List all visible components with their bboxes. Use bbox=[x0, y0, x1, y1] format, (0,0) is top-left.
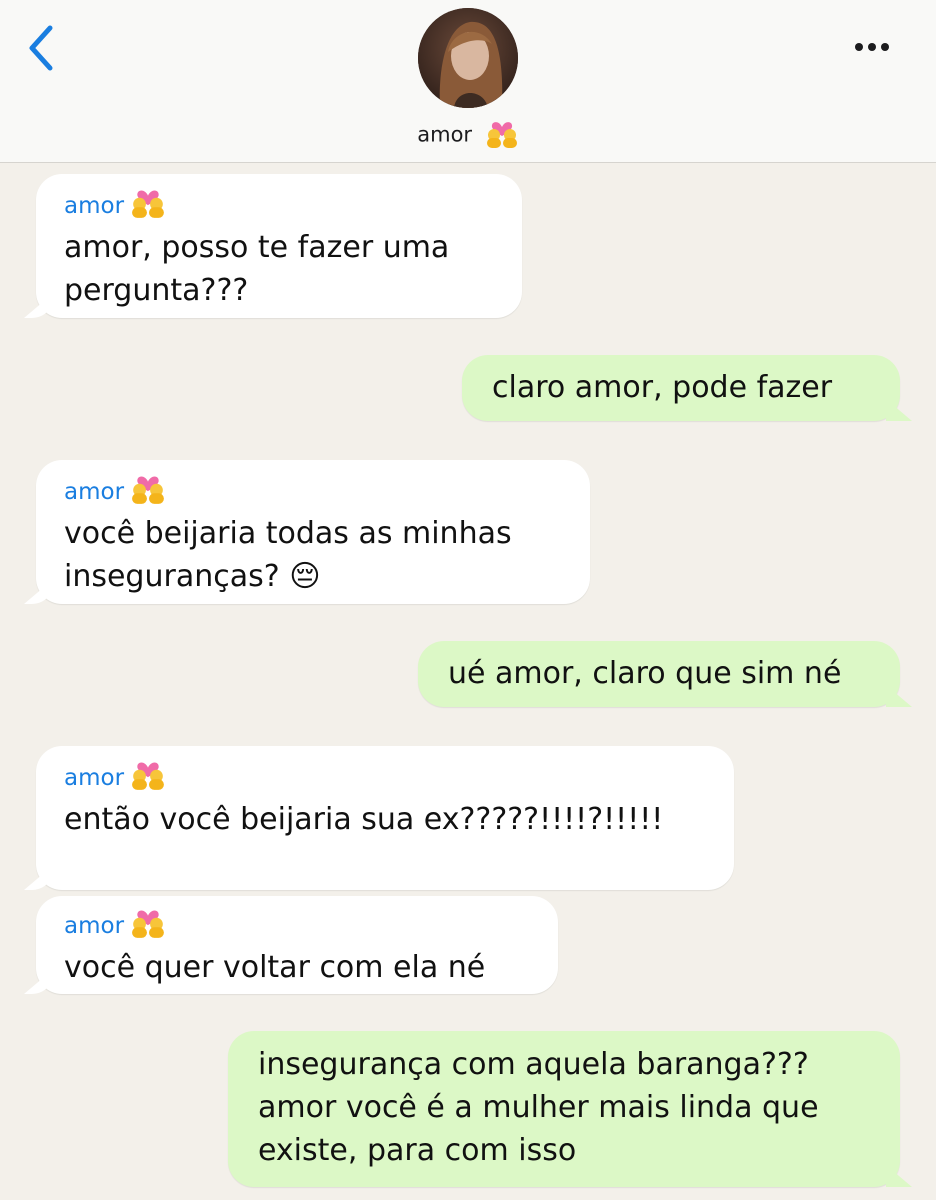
chevron-left-icon bbox=[29, 25, 53, 71]
message-bubble-incoming[interactable]: amor então você beijaria sua ex?????!!!!… bbox=[36, 746, 734, 890]
contact-avatar[interactable] bbox=[418, 8, 518, 108]
sender-name: amor bbox=[64, 758, 706, 798]
back-button[interactable] bbox=[22, 22, 66, 74]
contact-name: amor bbox=[417, 122, 473, 147]
couple-with-heart-icon bbox=[130, 906, 166, 946]
sender-name: amor bbox=[64, 186, 494, 226]
sender-name: amor bbox=[64, 906, 530, 946]
couple-with-heart-icon bbox=[130, 472, 166, 512]
message-text: você quer voltar com ela né bbox=[64, 950, 486, 985]
contact-title[interactable]: amor bbox=[0, 118, 936, 153]
message-text: claro amor, pode fazer bbox=[492, 370, 833, 405]
message-bubble-incoming[interactable]: amor você beijaria todas as minhas inseg… bbox=[36, 460, 590, 604]
message-bubble-incoming[interactable]: amor você quer voltar com ela né bbox=[36, 896, 558, 994]
couple-with-heart-icon bbox=[485, 118, 519, 153]
chat-header: amor bbox=[0, 0, 936, 163]
couple-with-heart-icon bbox=[130, 186, 166, 226]
avatar-photo bbox=[418, 8, 518, 108]
message-text: então você beijaria sua ex?????!!!!?!!!!… bbox=[64, 802, 664, 837]
dot-icon bbox=[855, 43, 863, 51]
message-bubble-outgoing[interactable]: ué amor, claro que sim né bbox=[418, 641, 900, 707]
dot-icon bbox=[881, 43, 889, 51]
dot-icon bbox=[868, 43, 876, 51]
message-bubble-outgoing[interactable]: claro amor, pode fazer bbox=[462, 355, 900, 421]
message-text: você beijaria todas as minhas inseguranç… bbox=[64, 516, 512, 594]
message-bubble-incoming[interactable]: amor amor, posso te fazer uma pergunta??… bbox=[36, 174, 522, 318]
more-options-button[interactable] bbox=[846, 30, 898, 64]
message-text: ué amor, claro que sim né bbox=[448, 656, 842, 691]
message-text: insegurança com aquela baranga??? amor v… bbox=[258, 1047, 819, 1168]
sender-name: amor bbox=[64, 472, 562, 512]
couple-with-heart-icon bbox=[130, 758, 166, 798]
message-text: amor, posso te fazer uma pergunta??? bbox=[64, 230, 450, 308]
message-bubble-outgoing[interactable]: insegurança com aquela baranga??? amor v… bbox=[228, 1031, 900, 1187]
